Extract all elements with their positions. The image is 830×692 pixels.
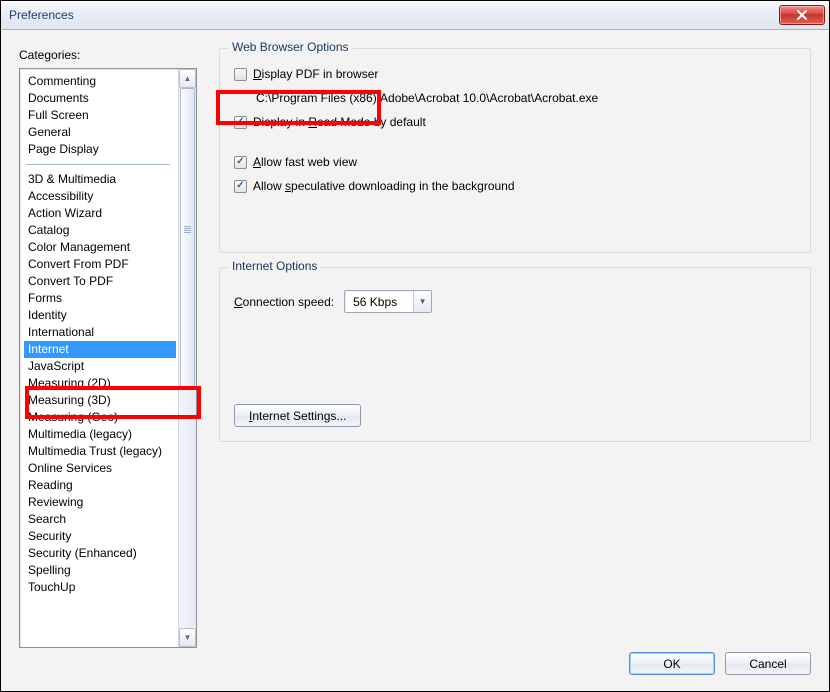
display-read-mode-label: Display in Read Mode by default	[253, 115, 426, 129]
display-read-mode-checkbox[interactable]	[234, 116, 247, 129]
category-item[interactable]: Spelling	[24, 562, 176, 579]
client-area: Categories: CommentingDocumentsFull Scre…	[1, 30, 829, 691]
scroll-thumb[interactable]	[180, 88, 195, 387]
categories-items: CommentingDocumentsFull ScreenGeneralPag…	[20, 69, 178, 647]
cancel-button[interactable]: Cancel	[725, 652, 811, 675]
connection-speed-label: Connection speed:	[234, 295, 334, 309]
scroll-down-button[interactable]: ▼	[179, 628, 196, 647]
category-item[interactable]: TouchUp	[24, 579, 176, 596]
allow-fast-web-view-label: Allow fast web view	[253, 155, 357, 169]
connection-speed-combobox[interactable]: 56 Kbps ▼	[344, 290, 432, 313]
display-pdf-in-browser-checkbox[interactable]	[234, 68, 247, 81]
category-item[interactable]: Multimedia Trust (legacy)	[24, 443, 176, 460]
category-item[interactable]: Multimedia (legacy)	[24, 426, 176, 443]
category-item[interactable]: Search	[24, 511, 176, 528]
category-item[interactable]: Color Management	[24, 239, 176, 256]
internet-settings-button[interactable]: Internet Settings...	[234, 404, 361, 427]
categories-listbox[interactable]: CommentingDocumentsFull ScreenGeneralPag…	[19, 68, 197, 648]
category-item[interactable]: Reviewing	[24, 494, 176, 511]
allow-fast-web-view-row: Allow fast web view	[234, 155, 796, 169]
category-separator	[26, 164, 170, 165]
window-close-button[interactable]	[779, 5, 825, 25]
category-item[interactable]: International	[24, 324, 176, 341]
category-item[interactable]: Commenting	[24, 73, 176, 90]
acrobat-path-text: C:\Program Files (x86)\Adobe\Acrobat 10.…	[256, 91, 796, 105]
category-item[interactable]: Forms	[24, 290, 176, 307]
dialog-buttons: OK Cancel	[629, 652, 811, 675]
category-item[interactable]: Measuring (Geo)	[24, 409, 176, 426]
category-item[interactable]: Catalog	[24, 222, 176, 239]
category-item[interactable]: 3D & Multimedia	[24, 171, 176, 188]
category-item[interactable]: Security (Enhanced)	[24, 545, 176, 562]
category-item[interactable]: Internet	[24, 341, 176, 358]
web-browser-options-group: Web Browser Options Display PDF in brows…	[219, 48, 811, 253]
scroll-up-button[interactable]: ▲	[179, 69, 196, 88]
category-item[interactable]: Security	[24, 528, 176, 545]
category-item[interactable]: Page Display	[24, 141, 176, 158]
display-pdf-in-browser-row: Display PDF in browser	[234, 67, 796, 81]
category-item[interactable]: Documents	[24, 90, 176, 107]
preferences-window: Preferences Categories: CommentingDocume…	[0, 0, 830, 692]
category-item[interactable]: Measuring (3D)	[24, 392, 176, 409]
scroll-track[interactable]	[179, 88, 196, 628]
category-item[interactable]: Accessibility	[24, 188, 176, 205]
categories-label: Categories:	[19, 48, 197, 62]
category-item[interactable]: Convert From PDF	[24, 256, 176, 273]
display-read-mode-row: Display in Read Mode by default	[234, 115, 796, 129]
allow-speculative-downloading-checkbox[interactable]	[234, 180, 247, 193]
internet-options-title: Internet Options	[228, 259, 321, 273]
allow-fast-web-view-checkbox[interactable]	[234, 156, 247, 169]
close-icon	[796, 10, 808, 20]
connection-speed-row: Connection speed: 56 Kbps ▼	[234, 290, 796, 313]
connection-speed-value: 56 Kbps	[345, 295, 413, 309]
categories-scrollbar[interactable]: ▲ ▼	[178, 69, 196, 647]
settings-column: Web Browser Options Display PDF in brows…	[219, 48, 811, 648]
category-item[interactable]: Full Screen	[24, 107, 176, 124]
category-item[interactable]: General	[24, 124, 176, 141]
allow-speculative-downloading-label: Allow speculative downloading in the bac…	[253, 179, 515, 193]
categories-list-wrap: CommentingDocumentsFull ScreenGeneralPag…	[19, 68, 197, 648]
chevron-down-icon[interactable]: ▼	[413, 291, 431, 312]
category-item[interactable]: Convert To PDF	[24, 273, 176, 290]
window-title: Preferences	[9, 8, 779, 22]
titlebar[interactable]: Preferences	[1, 1, 829, 30]
category-item[interactable]: JavaScript	[24, 358, 176, 375]
web-browser-options-title: Web Browser Options	[228, 40, 353, 54]
internet-options-group: Internet Options Connection speed: 56 Kb…	[219, 267, 811, 442]
category-item[interactable]: Online Services	[24, 460, 176, 477]
allow-speculative-downloading-row: Allow speculative downloading in the bac…	[234, 179, 796, 193]
main-row: Categories: CommentingDocumentsFull Scre…	[19, 48, 811, 648]
display-pdf-in-browser-label: Display PDF in browser	[253, 67, 378, 81]
category-item[interactable]: Reading	[24, 477, 176, 494]
category-item[interactable]: Measuring (2D)	[24, 375, 176, 392]
category-item[interactable]: Action Wizard	[24, 205, 176, 222]
categories-column: Categories: CommentingDocumentsFull Scre…	[19, 48, 197, 648]
category-item[interactable]: Identity	[24, 307, 176, 324]
ok-button[interactable]: OK	[629, 652, 715, 675]
